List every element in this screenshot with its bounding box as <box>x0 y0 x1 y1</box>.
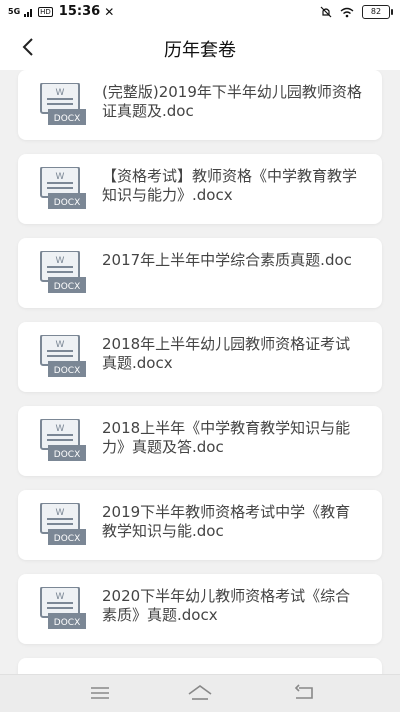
document-title: 2018年上半年幼儿园教师资格证考试真题.docx <box>102 335 351 372</box>
battery-icon: 82 <box>362 5 393 19</box>
status-bar: 5G HD 15:36 ✕ 82 <box>0 0 400 24</box>
status-time: 15:36 <box>58 4 101 19</box>
icon-label: DOCX <box>54 198 80 208</box>
document-card[interactable]: W DOCX 2018年上半年幼儿园教师资格证考试真题.docx <box>18 322 382 392</box>
system-nav-bar <box>0 674 400 712</box>
home-icon[interactable] <box>186 681 214 705</box>
icon-letter: W <box>56 256 65 266</box>
home-button[interactable] <box>186 681 214 705</box>
icon-label: DOCX <box>54 534 80 544</box>
menu-button[interactable] <box>86 681 114 705</box>
document-card[interactable]: W DOCX 【资格考试】教师资格《中学教育教学知识与能力》.docx <box>18 154 382 224</box>
document-title: 2020下半年幼儿教师资格考试《综合素质》真题.docx <box>102 587 351 624</box>
document-title: 2019下半年教师资格考试中学《教育教学知识与能.doc <box>102 503 351 540</box>
document-card[interactable]: W DOCX (完整版)2019年下半年幼儿园教师资格证真题及.doc <box>18 70 382 140</box>
icon-letter: W <box>56 508 65 518</box>
app-header: 历年套卷 <box>0 24 400 70</box>
page-title: 历年套卷 <box>164 40 236 61</box>
icon-label: DOCX <box>54 282 80 292</box>
icon-label: DOCX <box>54 114 80 124</box>
document-card-partial[interactable] <box>18 658 382 674</box>
hd-badge: HD <box>38 6 53 17</box>
word-file-icon: W DOCX <box>39 502 87 547</box>
word-file-icon: W DOCX <box>39 166 87 211</box>
document-title: (完整版)2019年下半年幼儿园教师资格证真题及.doc <box>102 83 362 120</box>
icon-letter: W <box>56 172 65 182</box>
mute-icon <box>320 6 332 18</box>
document-title: 2017年上半年中学综合素质真题.doc <box>102 251 352 269</box>
wifi-icon <box>340 7 354 17</box>
icon-letter: W <box>56 424 65 434</box>
icon-label: DOCX <box>54 366 80 376</box>
word-file-icon: W DOCX <box>39 586 87 631</box>
document-card[interactable]: W DOCX 2019下半年教师资格考试中学《教育教学知识与能.doc <box>18 490 382 560</box>
document-card[interactable]: W DOCX 2020下半年幼儿教师资格考试《综合素质》真题.docx <box>18 574 382 644</box>
icon-letter: W <box>56 88 65 98</box>
icon-letter: W <box>56 340 65 350</box>
signal-indicator: 5G <box>8 6 21 16</box>
document-title: 2018上半年《中学教育教学知识与能力》真题及答.doc <box>102 419 351 456</box>
status-right: 82 <box>320 5 393 19</box>
word-file-icon: W DOCX <box>39 82 87 127</box>
word-file-icon: W DOCX <box>39 250 87 295</box>
document-list: W DOCX (完整版)2019年下半年幼儿园教师资格证真题及.doc W DOCX 【资… <box>0 70 400 674</box>
icon-label: DOCX <box>54 618 80 628</box>
menu-icon[interactable] <box>86 681 114 705</box>
tools-icon: ✕ <box>104 4 115 19</box>
signal-bars-icon <box>24 8 33 17</box>
icon-label: DOCX <box>54 450 80 460</box>
document-card[interactable]: W DOCX 2017年上半年中学综合素质真题.doc <box>18 238 382 308</box>
status-left: 5G HD 15:36 ✕ <box>8 4 114 19</box>
document-card[interactable]: W DOCX 2018上半年《中学教育教学知识与能力》真题及答.doc <box>18 406 382 476</box>
word-file-icon: W DOCX <box>39 418 87 463</box>
icon-letter: W <box>56 592 65 602</box>
back-arrow-icon[interactable] <box>290 681 318 705</box>
nav-back-button[interactable] <box>290 681 318 705</box>
word-file-icon: W DOCX <box>39 334 87 379</box>
document-title: 【资格考试】教师资格《中学教育教学知识与能力》.docx <box>102 167 358 204</box>
